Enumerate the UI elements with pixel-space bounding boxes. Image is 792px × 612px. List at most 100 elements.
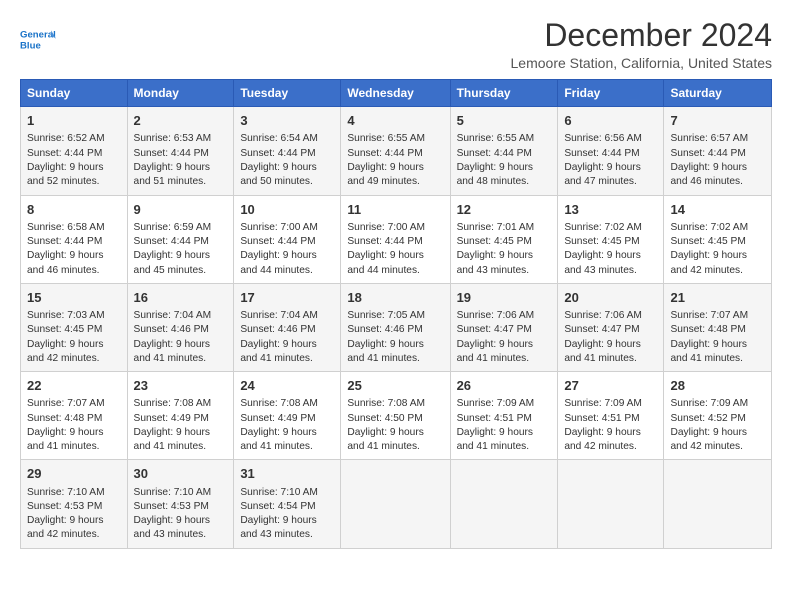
day-number: 17 (240, 289, 334, 307)
day-number: 15 (27, 289, 121, 307)
sunrise-label: Sunrise: 7:00 AM (240, 222, 318, 233)
calendar-cell: 31 Sunrise: 7:10 AM Sunset: 4:54 PM Dayl… (234, 460, 341, 548)
sunset-label: Sunset: 4:49 PM (134, 413, 209, 424)
day-number: 3 (240, 112, 334, 130)
calendar-cell: 7 Sunrise: 6:57 AM Sunset: 4:44 PM Dayli… (664, 107, 772, 195)
day-number: 13 (564, 201, 657, 219)
sunset-label: Sunset: 4:51 PM (564, 413, 639, 424)
daylight-label: Daylight: 9 hours and 41 minutes. (134, 339, 210, 364)
day-number: 9 (134, 201, 228, 219)
calendar-cell: 19 Sunrise: 7:06 AM Sunset: 4:47 PM Dayl… (450, 283, 558, 371)
calendar-cell: 11 Sunrise: 7:00 AM Sunset: 4:44 PM Dayl… (341, 195, 450, 283)
sunset-label: Sunset: 4:44 PM (347, 236, 422, 247)
sunrise-label: Sunrise: 6:55 AM (347, 133, 425, 144)
week-row-2: 8 Sunrise: 6:58 AM Sunset: 4:44 PM Dayli… (21, 195, 772, 283)
calendar-cell: 26 Sunrise: 7:09 AM Sunset: 4:51 PM Dayl… (450, 372, 558, 460)
week-row-1: 1 Sunrise: 6:52 AM Sunset: 4:44 PM Dayli… (21, 107, 772, 195)
daylight-label: Daylight: 9 hours and 41 minutes. (347, 427, 423, 452)
sunset-label: Sunset: 4:45 PM (27, 324, 102, 335)
daylight-label: Daylight: 9 hours and 49 minutes. (347, 162, 423, 187)
day-number: 29 (27, 465, 121, 483)
daylight-label: Daylight: 9 hours and 41 minutes. (564, 339, 640, 364)
day-number: 5 (457, 112, 552, 130)
calendar-cell: 16 Sunrise: 7:04 AM Sunset: 4:46 PM Dayl… (127, 283, 234, 371)
sunrise-label: Sunrise: 7:02 AM (670, 222, 748, 233)
day-number: 20 (564, 289, 657, 307)
sunset-label: Sunset: 4:44 PM (347, 148, 422, 159)
calendar-cell: 12 Sunrise: 7:01 AM Sunset: 4:45 PM Dayl… (450, 195, 558, 283)
calendar-cell: 13 Sunrise: 7:02 AM Sunset: 4:45 PM Dayl… (558, 195, 664, 283)
daylight-label: Daylight: 9 hours and 42 minutes. (564, 427, 640, 452)
daylight-label: Daylight: 9 hours and 43 minutes. (564, 250, 640, 275)
sunrise-label: Sunrise: 7:10 AM (134, 487, 212, 498)
sunrise-label: Sunrise: 7:08 AM (240, 398, 318, 409)
calendar-cell: 30 Sunrise: 7:10 AM Sunset: 4:53 PM Dayl… (127, 460, 234, 548)
header-row: SundayMondayTuesdayWednesdayThursdayFrid… (21, 80, 772, 107)
calendar-cell (558, 460, 664, 548)
calendar-cell: 29 Sunrise: 7:10 AM Sunset: 4:53 PM Dayl… (21, 460, 128, 548)
day-number: 25 (347, 377, 443, 395)
sunset-label: Sunset: 4:53 PM (27, 501, 102, 512)
sunset-label: Sunset: 4:46 PM (240, 324, 315, 335)
header: General Blue December 2024 Lemoore Stati… (20, 18, 772, 71)
day-number: 21 (670, 289, 765, 307)
svg-text:Blue: Blue (20, 40, 41, 51)
calendar-cell: 1 Sunrise: 6:52 AM Sunset: 4:44 PM Dayli… (21, 107, 128, 195)
sunset-label: Sunset: 4:44 PM (27, 236, 102, 247)
sunset-label: Sunset: 4:44 PM (134, 236, 209, 247)
calendar-cell (664, 460, 772, 548)
col-header-wednesday: Wednesday (341, 80, 450, 107)
calendar-cell: 24 Sunrise: 7:08 AM Sunset: 4:49 PM Dayl… (234, 372, 341, 460)
sunset-label: Sunset: 4:54 PM (240, 501, 315, 512)
day-number: 7 (670, 112, 765, 130)
calendar-cell: 20 Sunrise: 7:06 AM Sunset: 4:47 PM Dayl… (558, 283, 664, 371)
sunrise-label: Sunrise: 7:01 AM (457, 222, 535, 233)
calendar-cell: 21 Sunrise: 7:07 AM Sunset: 4:48 PM Dayl… (664, 283, 772, 371)
sunset-label: Sunset: 4:51 PM (457, 413, 532, 424)
day-number: 10 (240, 201, 334, 219)
day-number: 1 (27, 112, 121, 130)
title-block: December 2024 Lemoore Station, Californi… (511, 18, 772, 71)
sunset-label: Sunset: 4:44 PM (564, 148, 639, 159)
sunrise-label: Sunrise: 6:55 AM (457, 133, 535, 144)
sunset-label: Sunset: 4:48 PM (27, 413, 102, 424)
sunset-label: Sunset: 4:45 PM (670, 236, 745, 247)
sunrise-label: Sunrise: 6:58 AM (27, 222, 105, 233)
daylight-label: Daylight: 9 hours and 41 minutes. (134, 427, 210, 452)
sunrise-label: Sunrise: 7:07 AM (670, 310, 748, 321)
daylight-label: Daylight: 9 hours and 47 minutes. (564, 162, 640, 187)
sunset-label: Sunset: 4:44 PM (457, 148, 532, 159)
sunrise-label: Sunrise: 7:09 AM (457, 398, 535, 409)
calendar-cell (450, 460, 558, 548)
sunrise-label: Sunrise: 7:09 AM (564, 398, 642, 409)
daylight-label: Daylight: 9 hours and 41 minutes. (457, 427, 533, 452)
day-number: 31 (240, 465, 334, 483)
calendar-cell: 10 Sunrise: 7:00 AM Sunset: 4:44 PM Dayl… (234, 195, 341, 283)
daylight-label: Daylight: 9 hours and 51 minutes. (134, 162, 210, 187)
logo: General Blue (20, 22, 56, 58)
sunset-label: Sunset: 4:49 PM (240, 413, 315, 424)
day-number: 14 (670, 201, 765, 219)
sunrise-label: Sunrise: 6:59 AM (134, 222, 212, 233)
daylight-label: Daylight: 9 hours and 42 minutes. (27, 515, 103, 540)
day-number: 28 (670, 377, 765, 395)
sunrise-label: Sunrise: 6:56 AM (564, 133, 642, 144)
sunrise-label: Sunrise: 7:09 AM (670, 398, 748, 409)
sunrise-label: Sunrise: 7:04 AM (134, 310, 212, 321)
day-number: 12 (457, 201, 552, 219)
calendar-cell: 25 Sunrise: 7:08 AM Sunset: 4:50 PM Dayl… (341, 372, 450, 460)
day-number: 11 (347, 201, 443, 219)
calendar-cell: 3 Sunrise: 6:54 AM Sunset: 4:44 PM Dayli… (234, 107, 341, 195)
calendar-cell: 22 Sunrise: 7:07 AM Sunset: 4:48 PM Dayl… (21, 372, 128, 460)
daylight-label: Daylight: 9 hours and 41 minutes. (347, 339, 423, 364)
sunrise-label: Sunrise: 7:08 AM (134, 398, 212, 409)
daylight-label: Daylight: 9 hours and 44 minutes. (240, 250, 316, 275)
daylight-label: Daylight: 9 hours and 52 minutes. (27, 162, 103, 187)
sunset-label: Sunset: 4:52 PM (670, 413, 745, 424)
calendar-cell: 18 Sunrise: 7:05 AM Sunset: 4:46 PM Dayl… (341, 283, 450, 371)
sunset-label: Sunset: 4:50 PM (347, 413, 422, 424)
sunrise-label: Sunrise: 6:53 AM (134, 133, 212, 144)
calendar-cell: 27 Sunrise: 7:09 AM Sunset: 4:51 PM Dayl… (558, 372, 664, 460)
sunrise-label: Sunrise: 7:02 AM (564, 222, 642, 233)
day-number: 18 (347, 289, 443, 307)
